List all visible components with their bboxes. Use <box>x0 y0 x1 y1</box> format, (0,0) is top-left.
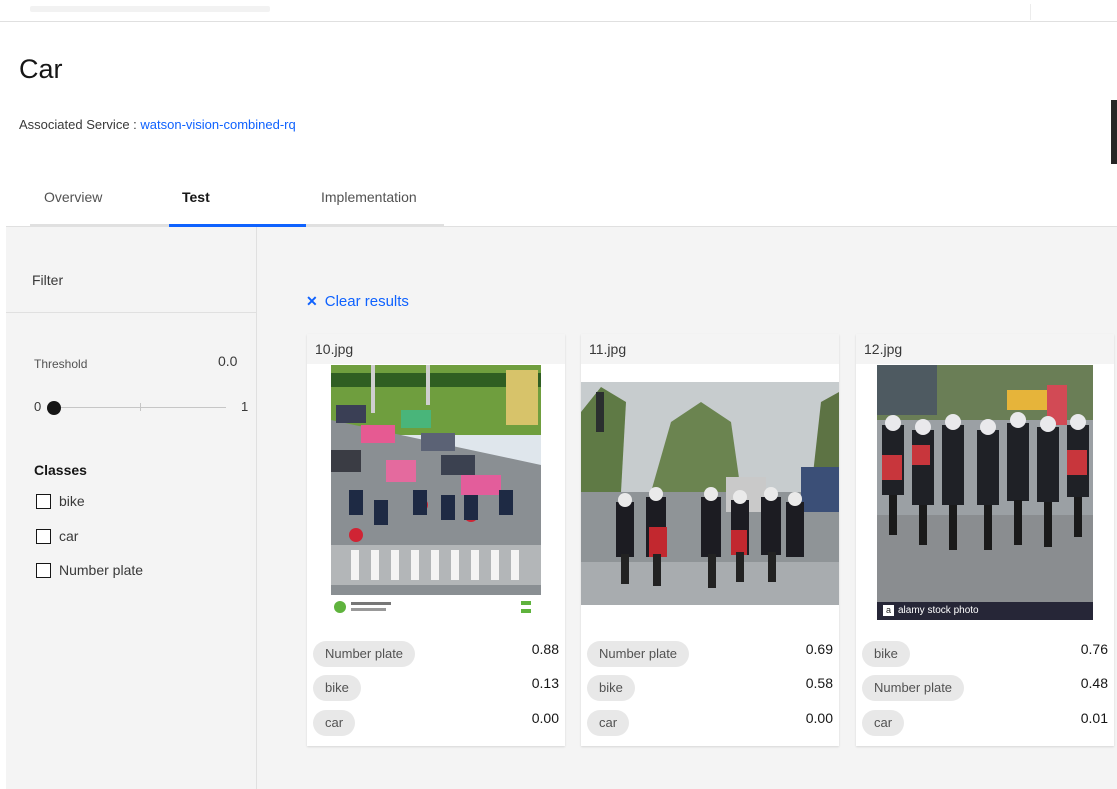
class-tag: Number plate <box>587 641 690 667</box>
class-score: 0.69 <box>805 641 833 657</box>
result-row: Number plate 0.88 <box>313 641 559 669</box>
result-row: Number plate 0.69 <box>587 641 833 669</box>
clear-results-label: Clear results <box>324 293 409 310</box>
class-tag: car <box>313 710 356 736</box>
tab-bar: Overview Test Implementation <box>30 177 444 227</box>
class-score: 0.00 <box>805 710 833 726</box>
tab-implementation[interactable]: Implementation <box>321 189 417 205</box>
threshold-slider-thumb[interactable] <box>47 401 61 415</box>
class-score: 0.00 <box>531 710 559 726</box>
class-tag: bike <box>862 641 910 667</box>
result-image <box>581 382 839 605</box>
top-bar <box>0 0 1117 22</box>
result-row: bike 0.76 <box>862 641 1108 669</box>
checkbox[interactable] <box>36 493 51 509</box>
traffic-photo-scooters <box>877 365 1093 620</box>
class-score: 0.76 <box>1080 641 1108 657</box>
alamy-logo-icon: a <box>883 605 894 616</box>
class-tag: bike <box>313 675 361 701</box>
class-score: 0.01 <box>1080 710 1108 726</box>
card-filename: 11.jpg <box>581 334 839 364</box>
associated-service: Associated Service : watson-vision-combi… <box>19 117 296 132</box>
class-label: car <box>59 528 79 544</box>
tab-overview[interactable]: Overview <box>44 189 102 205</box>
result-image: a alamy stock photo <box>877 365 1093 620</box>
test-workspace: Filter Threshold 0.0 0 1 Classes bike ca… <box>6 226 1117 789</box>
tab-test[interactable]: Test <box>182 189 210 205</box>
close-icon: ✕ <box>306 293 318 309</box>
side-panel-handle[interactable] <box>1111 100 1117 164</box>
result-row: car 0.01 <box>862 710 1108 738</box>
class-checkbox-car[interactable]: car <box>36 526 78 546</box>
class-checkbox-bike[interactable]: bike <box>36 491 85 511</box>
result-row: car 0.00 <box>313 710 559 738</box>
top-bar-breadcrumb-faint <box>30 6 270 12</box>
associated-service-label: Associated Service : <box>19 117 141 132</box>
result-image <box>331 365 541 620</box>
card-filename: 10.jpg <box>307 334 565 364</box>
checkbox[interactable] <box>36 562 51 578</box>
class-checkbox-number-plate[interactable]: Number plate <box>36 560 143 580</box>
filter-header <box>6 227 257 313</box>
class-tag: bike <box>587 675 635 701</box>
top-bar-divider <box>1030 4 1031 20</box>
threshold-label: Threshold <box>34 357 88 371</box>
filter-panel: Filter Threshold 0.0 0 1 Classes bike ca… <box>6 227 257 789</box>
class-score: 0.48 <box>1080 675 1108 691</box>
watermark-text: alamy stock photo <box>898 605 979 616</box>
traffic-photo-intersection <box>331 365 541 620</box>
threshold-slider-tick <box>140 403 141 411</box>
threshold-value: 0.0 <box>218 353 238 369</box>
filter-title: Filter <box>32 272 64 288</box>
class-tag: Number plate <box>862 675 965 701</box>
clear-results-button[interactable]: ✕ Clear results <box>306 293 409 310</box>
result-row: bike 0.13 <box>313 675 559 703</box>
checkbox[interactable] <box>36 528 51 544</box>
class-tag: car <box>862 710 905 736</box>
class-tag: Number plate <box>313 641 416 667</box>
page-title: Car <box>19 54 63 84</box>
result-card-10: 10.jpg Number plate 0.88 bike 0.13 car 0… <box>307 334 565 746</box>
card-filename: 12.jpg <box>856 334 1114 364</box>
associated-service-link[interactable]: watson-vision-combined-rq <box>140 117 295 132</box>
result-card-12: 12.jpg a alamy stock photo bike 0.76 Num… <box>856 334 1114 746</box>
class-score: 0.13 <box>531 675 559 691</box>
class-score: 0.88 <box>531 641 559 657</box>
result-row: car 0.00 <box>587 710 833 738</box>
class-label: Number plate <box>59 562 144 578</box>
class-tag: car <box>587 710 630 736</box>
slider-max-label: 1 <box>241 399 249 414</box>
slider-min-label: 0 <box>34 399 42 414</box>
watermark-banner: a alamy stock photo <box>877 602 1093 620</box>
active-tab-indicator <box>169 224 306 227</box>
class-score: 0.58 <box>805 675 833 691</box>
classes-title: Classes <box>34 462 87 478</box>
result-card-11: 11.jpg Number plate 0.69 bike 0.58 car 0… <box>581 334 839 746</box>
result-row: bike 0.58 <box>587 675 833 703</box>
class-label: bike <box>59 493 85 509</box>
result-row: Number plate 0.48 <box>862 675 1108 703</box>
traffic-photo-motorbikes <box>581 382 839 605</box>
